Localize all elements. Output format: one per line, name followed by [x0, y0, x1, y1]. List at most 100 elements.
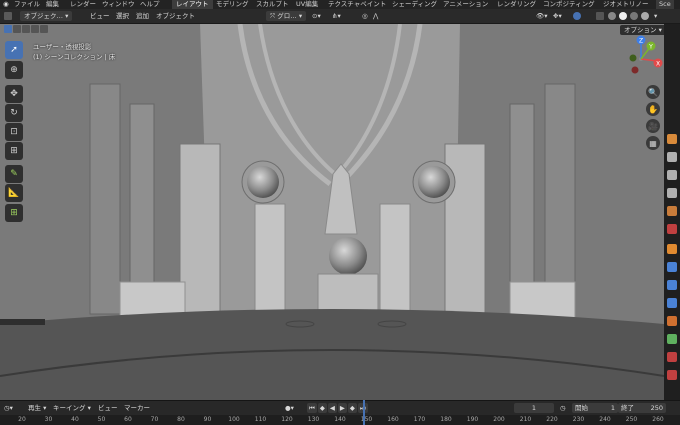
- select-subtract-icon[interactable]: [22, 25, 30, 33]
- zoom-view-button[interactable]: 🔍: [646, 85, 660, 99]
- pivot-point-icon[interactable]: ⊙▾: [312, 11, 321, 21]
- overlays-icon[interactable]: [573, 12, 581, 20]
- select-extend-icon[interactable]: [13, 25, 21, 33]
- viewport-scene[interactable]: [0, 24, 664, 400]
- tab-compositing[interactable]: コンポジティング: [543, 0, 595, 9]
- timeline-header: ◷▾ 再生 ▾ キーイング ▾ ビュー マーカー ●▾ ⏮ ◆ ◀ ▶ ◆ ⏭ …: [0, 400, 680, 416]
- add-cube-tool[interactable]: ⊞: [5, 204, 23, 222]
- left-pillar-2: [129, 103, 155, 305]
- render-properties-icon[interactable]: [667, 152, 677, 162]
- output-properties-icon[interactable]: [667, 170, 677, 180]
- tool-properties-icon[interactable]: [667, 134, 677, 144]
- wireframe-shading-icon[interactable]: [608, 12, 616, 20]
- current-frame-field[interactable]: 1: [514, 403, 554, 413]
- tab-modeling[interactable]: モデリング: [216, 0, 249, 9]
- tab-texture-paint[interactable]: テクスチャペイント: [328, 0, 386, 9]
- menu-window[interactable]: ウィンドウ: [102, 0, 135, 9]
- playhead[interactable]: [363, 400, 365, 425]
- data-properties-icon[interactable]: [667, 334, 677, 344]
- scale-tool[interactable]: ⊡: [5, 123, 23, 141]
- frame-ruler[interactable]: 20 30 40 50 60 70 80 90 100 110 120 130 140 150 160 170…: [0, 415, 680, 425]
- start-frame-field[interactable]: 開始 1: [572, 403, 618, 413]
- ruler-tick-label: 50: [97, 416, 106, 423]
- jump-start-icon[interactable]: ⏮: [307, 403, 317, 413]
- solid-shading-icon[interactable]: [619, 12, 627, 20]
- xray-icon[interactable]: [596, 12, 604, 20]
- keyframe-record-icon[interactable]: ●▾: [285, 403, 294, 413]
- constraints-icon[interactable]: [667, 316, 677, 326]
- end-frame-field[interactable]: 終了 250: [618, 403, 666, 413]
- camera-view-button[interactable]: 🎥: [646, 119, 660, 133]
- scene-selector[interactable]: Sce: [656, 0, 674, 9]
- tab-uv-editing[interactable]: UV編集: [296, 0, 318, 9]
- top-menu-bar: ◉ ファイル 編集 レンダー ウィンドウ ヘルプ レイアウト モデリング スカル…: [0, 0, 680, 9]
- select-intersect-icon[interactable]: [40, 25, 48, 33]
- proportional-editing-icon[interactable]: ◎: [362, 11, 368, 21]
- object-properties-icon[interactable]: [667, 244, 677, 254]
- tab-geometry-nodes[interactable]: ジオメトリノー: [603, 0, 649, 9]
- menu-select[interactable]: 選択: [116, 11, 129, 21]
- blender-logo-icon[interactable]: ◉: [3, 0, 9, 9]
- rendered-shading-icon[interactable]: [641, 12, 649, 20]
- material-properties-icon[interactable]: [667, 352, 677, 362]
- visibility-icon[interactable]: 👁▾: [536, 11, 548, 21]
- particles-icon[interactable]: [667, 280, 677, 290]
- pan-view-button[interactable]: ✋: [646, 102, 660, 116]
- orientation-label: グロ…: [277, 12, 297, 20]
- select-invert-icon[interactable]: [31, 25, 39, 33]
- cursor-tool[interactable]: ⊕: [5, 61, 23, 79]
- measure-tool[interactable]: 📐: [5, 184, 23, 202]
- menu-marker[interactable]: マーカー: [124, 403, 150, 413]
- modifier-wrench-icon[interactable]: [667, 262, 677, 272]
- annotate-tool[interactable]: ✎: [5, 165, 23, 183]
- transform-orientation[interactable]: ⤧ グロ… ▾: [266, 11, 307, 21]
- tab-rendering[interactable]: レンダリング: [497, 0, 536, 9]
- falloff-icon[interactable]: ⋀: [373, 11, 378, 21]
- texture-properties-icon[interactable]: [667, 370, 677, 380]
- scene-properties-icon[interactable]: [667, 206, 677, 216]
- world-properties-icon[interactable]: [667, 224, 677, 234]
- play-icon[interactable]: ▶: [337, 403, 347, 413]
- tab-shading[interactable]: シェーディング: [392, 0, 437, 9]
- editor-type-icon[interactable]: [4, 12, 12, 20]
- move-tool[interactable]: ✥: [5, 85, 23, 103]
- ruler-tick-label: 110: [254, 416, 267, 423]
- mode-selector[interactable]: オブジェク… ▾: [20, 11, 73, 21]
- shading-options-icon[interactable]: ▾: [654, 11, 657, 21]
- tab-layout[interactable]: レイアウト: [172, 0, 213, 9]
- preview-range-icon[interactable]: ◷: [560, 403, 566, 413]
- scale-icon: ⊡: [10, 127, 18, 137]
- ortho-toggle-button[interactable]: ▦: [646, 136, 660, 150]
- menu-edit[interactable]: 編集: [46, 0, 59, 9]
- tab-sculpt[interactable]: スカルプト: [256, 0, 289, 9]
- transform-tool[interactable]: ⊞: [5, 142, 23, 160]
- play-reverse-icon[interactable]: ◀: [327, 403, 337, 413]
- gizmo-toggle-icon[interactable]: ✥▾: [553, 11, 562, 21]
- menu-view-timeline[interactable]: ビュー: [98, 403, 118, 413]
- select-box-tool[interactable]: ➚: [5, 41, 23, 59]
- collection-label: (1) シーンコレクション | 床: [33, 53, 116, 61]
- menu-playback[interactable]: 再生 ▾: [28, 403, 46, 413]
- menu-object[interactable]: オブジェクト: [156, 11, 195, 21]
- menu-add[interactable]: 追加: [136, 11, 149, 21]
- axis-gizmo[interactable]: Z Y X: [623, 34, 663, 78]
- menu-render[interactable]: レンダー: [70, 0, 96, 9]
- menu-view[interactable]: ビュー: [90, 11, 110, 21]
- material-preview-icon[interactable]: [630, 12, 638, 20]
- menu-file[interactable]: ファイル: [14, 0, 40, 9]
- add-cube-icon: ⊞: [10, 208, 18, 218]
- tab-animation[interactable]: アニメーション: [443, 0, 488, 9]
- cursor-arrow-icon: ➚: [10, 45, 18, 55]
- menu-help[interactable]: ヘルプ: [140, 0, 160, 9]
- next-keyframe-icon[interactable]: ◆: [347, 403, 357, 413]
- center-orb: [329, 237, 367, 275]
- prev-keyframe-icon[interactable]: ◆: [317, 403, 327, 413]
- view-layer-icon[interactable]: [667, 188, 677, 198]
- rotate-tool[interactable]: ↻: [5, 104, 23, 122]
- select-set-icon[interactable]: [4, 25, 12, 33]
- physics-icon[interactable]: [667, 298, 677, 308]
- clock-icon[interactable]: ◷▾: [4, 403, 13, 413]
- menu-keying[interactable]: キーイング ▾: [53, 403, 91, 413]
- snap-icon[interactable]: ⋔▾: [332, 11, 341, 21]
- ruler-tick-label: 250: [625, 416, 638, 423]
